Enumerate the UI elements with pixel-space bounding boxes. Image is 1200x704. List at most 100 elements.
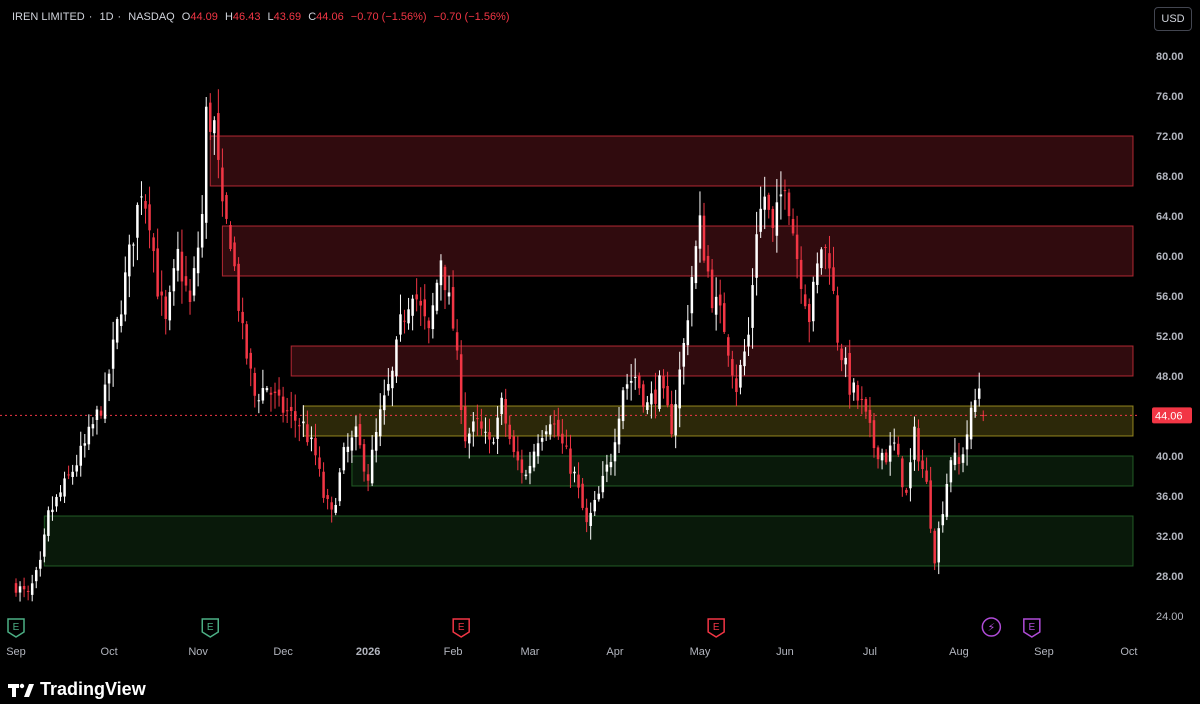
candle-up: [949, 460, 953, 483]
interval[interactable]: 1D: [99, 11, 113, 23]
candle-up: [334, 504, 337, 513]
candle-down: [358, 424, 362, 446]
currency-button[interactable]: USD: [1154, 7, 1192, 31]
candle-up: [172, 268, 176, 292]
x-tick-label: Mar: [521, 646, 540, 658]
candle-down: [516, 451, 520, 461]
y-tick-label: 72.00: [1156, 131, 1184, 143]
candle-down: [783, 190, 787, 192]
candle-up: [937, 528, 940, 563]
candle-up: [775, 202, 779, 236]
candle-down: [557, 419, 560, 437]
candle-up: [261, 388, 265, 401]
y-axis[interactable]: 24.0028.0032.0036.0040.0044.0048.0052.00…: [1156, 51, 1184, 623]
candle-down: [710, 269, 714, 309]
candle-down: [488, 432, 491, 440]
candle-up: [913, 426, 916, 460]
candle-down: [427, 320, 431, 329]
candle-down: [362, 444, 366, 472]
candle-up: [548, 424, 552, 435]
candle-down: [455, 332, 459, 351]
last-price-label: 44.06: [1155, 410, 1183, 422]
candle-up: [391, 370, 394, 389]
candle-down: [293, 411, 297, 421]
x-axis[interactable]: Sep Oct Nov Dec 2026 Feb Mar Apr May Jun Jul Aug Sep…: [6, 646, 1137, 658]
candle-up: [747, 334, 750, 347]
candle-down: [901, 458, 904, 488]
earnings-event-label: E: [13, 622, 20, 633]
candle-down: [642, 384, 645, 407]
candle-down: [415, 294, 418, 300]
candle-up: [383, 395, 386, 411]
candle-down: [217, 113, 220, 160]
candle-up: [698, 215, 702, 249]
x-tick-label: Apr: [606, 646, 623, 658]
candle-down: [718, 294, 722, 306]
candle-down: [706, 255, 710, 272]
candle-down: [512, 436, 516, 452]
candle-up: [714, 296, 718, 315]
candle-down: [735, 378, 738, 393]
candle-up: [816, 263, 819, 285]
candle-up: [601, 475, 605, 493]
y-tick-label: 28.00: [1156, 571, 1184, 583]
candle-down: [662, 375, 665, 389]
candle-up: [597, 493, 601, 500]
candle-down: [905, 489, 908, 493]
candle-up: [136, 204, 139, 238]
y-tick-label: 68.00: [1156, 171, 1184, 183]
candle-up: [969, 407, 973, 440]
candle-up: [492, 442, 495, 444]
candle-up: [779, 194, 783, 197]
split-event-label: ⚡: [987, 621, 995, 634]
x-tick-label: Jun: [776, 646, 794, 658]
candle-down: [722, 303, 726, 332]
high-label: H: [224, 11, 233, 23]
candle-up: [47, 510, 50, 536]
change-value: −0.70 (−1.56%): [350, 11, 427, 23]
x-tick-label: Sep: [1034, 646, 1054, 658]
symbol-name[interactable]: IREN LIMITED: [12, 11, 85, 23]
candle-down: [22, 585, 26, 590]
candle-up: [55, 496, 58, 507]
candle-up: [532, 451, 536, 468]
tradingview-logo[interactable]: TradingView: [8, 679, 146, 700]
candle-down: [156, 248, 159, 297]
candle-down: [520, 459, 524, 473]
price-chart[interactable]: 24.0028.0032.0036.0040.0044.0048.0052.00…: [0, 0, 1200, 668]
candle-up: [370, 449, 374, 484]
candle-down: [771, 208, 775, 228]
candle-down: [209, 102, 212, 132]
candle-up: [43, 534, 46, 557]
candle-down: [508, 424, 512, 439]
candle-down: [856, 385, 860, 401]
candle-up: [812, 281, 815, 322]
y-tick-label: 36.00: [1156, 491, 1184, 503]
candle-up: [589, 512, 592, 526]
support-zone-5: [43, 515, 1134, 567]
candle-down: [803, 294, 807, 307]
candle-up: [678, 369, 681, 409]
candle-down: [403, 320, 406, 322]
candle-down: [423, 299, 427, 317]
candle-down: [791, 218, 795, 234]
candle-up: [71, 471, 74, 477]
candle-up: [87, 426, 91, 445]
candle-down: [824, 246, 827, 248]
candle-down: [807, 303, 811, 323]
candle-down: [322, 471, 325, 498]
candle-up: [755, 234, 758, 278]
candle-up: [650, 393, 653, 405]
candle-down: [241, 311, 244, 324]
x-tick-label: 2026: [356, 646, 380, 658]
candle-up: [820, 249, 823, 269]
candle-down: [884, 452, 888, 463]
candle-down: [459, 354, 463, 410]
candle-down: [637, 375, 641, 389]
candle-down: [144, 200, 147, 209]
candle-up: [500, 397, 503, 415]
candle-up: [965, 434, 969, 450]
y-tick-label: 60.00: [1156, 251, 1184, 263]
candle-up: [103, 384, 107, 419]
candle-down: [233, 242, 236, 267]
